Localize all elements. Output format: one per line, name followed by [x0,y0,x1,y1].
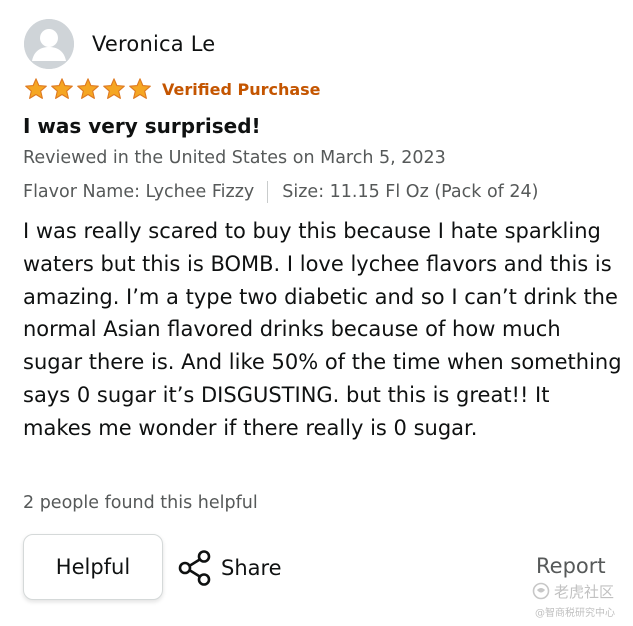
star-icon [51,78,73,99]
reviewer-name[interactable]: Veronica Le [92,32,215,56]
helpful-button[interactable]: Helpful [23,534,163,600]
star-icon [25,78,47,99]
review-body: I was really scared to buy this because … [23,219,622,440]
watermark-text: 老虎社区 [554,582,615,601]
divider [267,181,269,203]
star-icon [103,78,125,99]
reviewer-profile[interactable]: Veronica Le [24,18,215,70]
user-silhouette-icon [24,19,74,69]
variant-info[interactable]: Flavor Name: Lychee Fizzy Size: 11.15 Fl… [23,181,539,203]
report-link[interactable]: Report [536,554,606,578]
verified-purchase-badge: Verified Purchase [162,79,321,99]
share-label: Share [221,556,282,580]
watermark-subtext: @智商税研究中心 [535,608,615,619]
review-title: I was very surprised! [23,114,261,138]
watermark: 老虎社区 [532,580,614,602]
avatar[interactable] [24,19,74,69]
share-button[interactable]: Share [178,548,282,588]
review-date: Reviewed in the United States on March 5… [23,148,446,168]
helpful-button-label: Helpful [55,555,131,579]
star-rating[interactable] [24,77,152,101]
size-info[interactable]: Size: 11.15 Fl Oz (Pack of 24) [282,182,538,202]
rating-row: Verified Purchase [24,76,321,102]
helpful-count: 2 people found this helpful [23,493,258,513]
star-icon [129,78,151,99]
star-icon [77,78,99,99]
flavor-name[interactable]: Flavor Name: Lychee Fizzy [23,182,254,202]
tiger-logo-icon [532,582,550,600]
share-icon [178,550,211,586]
review-card: Veronica Le Verified Purchase I was very… [0,0,633,626]
